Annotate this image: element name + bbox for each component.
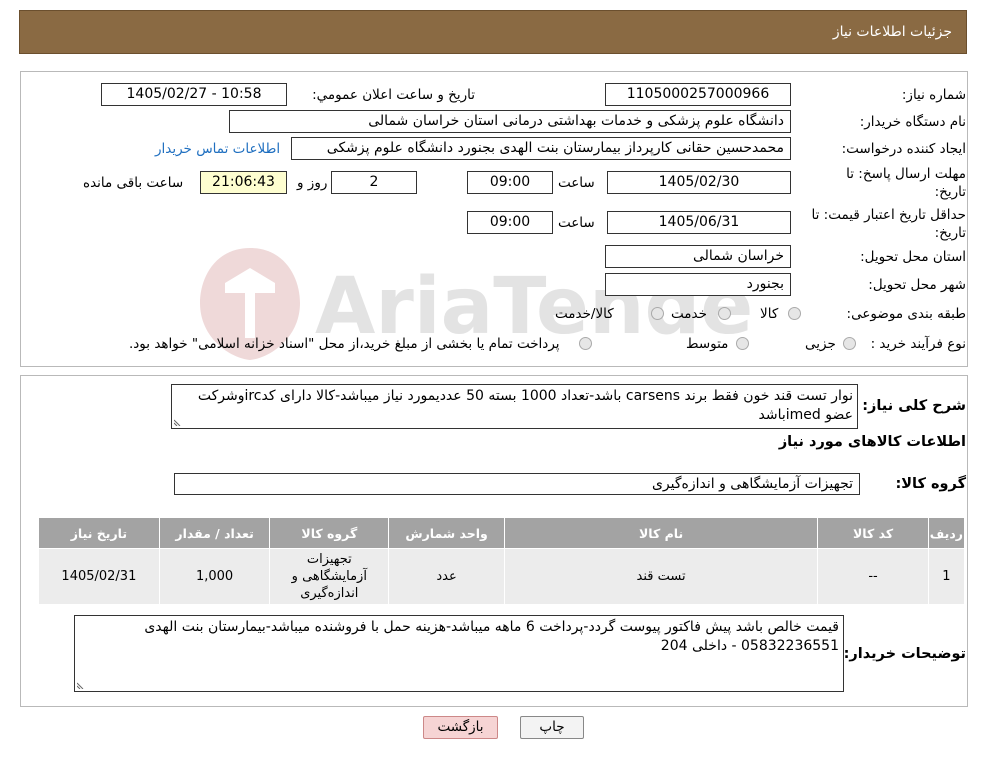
days-label: روز و — [297, 175, 328, 191]
category-option-goods-service: کالا/خدمت — [555, 306, 614, 322]
cell-name: تست قند — [503, 548, 819, 605]
col-date-header: تاریخ نیاز — [38, 517, 160, 549]
process-label: نوع فرآیند خرید : — [870, 336, 966, 352]
deadline-label-line2: تاریخ: — [934, 184, 966, 200]
process-radio-minor[interactable] — [843, 337, 856, 350]
province-label: استان محل تحویل: — [860, 249, 966, 265]
goods-table: ردیف کد کالا نام کالا واحد شمارش گروه کا… — [38, 517, 966, 605]
col-row-header: ردیف — [927, 517, 966, 549]
creator-field: محمدحسین حقانی کارپرداز بیمارستان بنت ال… — [291, 137, 791, 160]
cell-row: 1 — [927, 548, 966, 605]
description-text: نوار تست قند خون فقط برند carsens باشد-ت… — [197, 388, 853, 423]
announce-label: تاریخ و ساعت اعلان عمومي: — [312, 87, 475, 103]
cell-code: -- — [817, 548, 929, 605]
need-number-field: 1105000257000966 — [605, 83, 791, 106]
buyer-notes-text: قیمت خالص باشد پیش فاکتور پیوست گردد-پرد… — [144, 619, 839, 654]
description-textarea[interactable]: نوار تست قند خون فقط برند carsens باشد-ت… — [171, 384, 858, 429]
cell-qty: 1,000 — [158, 548, 271, 605]
buyer-org-field: دانشگاه علوم پزشکی و خدمات بهداشتی درمان… — [229, 110, 791, 133]
goods-section-title: اطلاعات کالاهای مورد نیاز — [778, 434, 966, 450]
deadline-label-line1: مهلت ارسال پاسخ: تا — [846, 166, 966, 182]
category-radio-service[interactable] — [718, 307, 731, 320]
deadline-date-field: 1405/02/30 — [607, 171, 791, 194]
announce-datetime-field: 1405/02/27 - 10:58 — [101, 83, 287, 106]
category-radio-goods-service[interactable] — [651, 307, 664, 320]
validity-time-field: 09:00 — [467, 211, 553, 234]
validity-label-line1: حداقل تاریخ اعتبار قیمت: تا — [811, 207, 966, 223]
table-header-row: ردیف کد کالا نام کالا واحد شمارش گروه کا… — [38, 517, 966, 549]
resize-grip-icon[interactable] — [174, 418, 182, 426]
category-option-service: خدمت — [671, 306, 707, 322]
goods-group-label: گروه کالا: — [895, 476, 966, 492]
validity-date-field: 1405/06/31 — [607, 211, 791, 234]
description-label: شرح کلی نیاز: — [862, 398, 966, 414]
remaining-time-field: 21:06:43 — [200, 171, 287, 194]
process-note: پرداخت تمام یا بخشی از مبلغ خرید،از محل … — [129, 336, 560, 352]
print-button[interactable]: چاپ — [520, 716, 584, 739]
need-number-label: شماره نیاز: — [901, 87, 966, 103]
cell-date: 1405/02/31 — [38, 548, 160, 605]
resize-grip-icon[interactable] — [77, 681, 85, 689]
buyer-notes-textarea[interactable]: قیمت خالص باشد پیش فاکتور پیوست گردد-پرد… — [74, 615, 844, 692]
validity-label-line2: تاریخ: — [934, 225, 966, 241]
city-field: بجنورد — [605, 273, 791, 296]
deadline-time-field: 09:00 — [467, 171, 553, 194]
buyer-notes-label: توضیحات خریدار: — [843, 646, 966, 662]
treasury-checkbox[interactable] — [579, 337, 592, 350]
city-label: شهر محل تحویل: — [868, 277, 966, 293]
back-button[interactable]: بازگشت — [423, 716, 498, 739]
buyer-contact-link[interactable]: اطلاعات تماس خریدار — [155, 141, 280, 157]
goods-group-field: تجهیزات آزمایشگاهی و اندازه‌گیری — [174, 473, 860, 495]
process-radio-medium[interactable] — [736, 337, 749, 350]
col-unit-header: واحد شمارش — [388, 517, 505, 549]
category-option-goods: کالا — [760, 306, 779, 322]
buyer-org-label: نام دستگاه خریدار: — [859, 114, 966, 130]
col-name-header: نام کالا — [503, 517, 819, 549]
col-code-header: کد کالا — [817, 517, 929, 549]
process-option-minor: جزیی — [805, 336, 836, 352]
category-radio-goods[interactable] — [788, 307, 801, 320]
cell-group: تجهیزات آزمایشگاهی و اندازه‌گیری — [269, 548, 390, 605]
col-qty-header: تعداد / مقدار — [158, 517, 271, 549]
process-option-medium: متوسط — [686, 336, 729, 352]
province-field: خراسان شمالی — [605, 245, 791, 268]
creator-label: ایجاد کننده درخواست: — [841, 141, 966, 157]
table-row: 1 -- تست قند عدد تجهیزات آزمایشگاهی و ان… — [38, 548, 966, 605]
page-title: جزئیات اطلاعات نیاز — [832, 24, 952, 40]
deadline-time-label: ساعت — [558, 175, 595, 191]
cell-unit: عدد — [388, 548, 505, 605]
remaining-label: ساعت باقی مانده — [83, 175, 184, 191]
category-label: طبقه بندی موضوعی: — [846, 306, 966, 322]
validity-time-label: ساعت — [558, 215, 595, 231]
page-header: جزئیات اطلاعات نیاز — [19, 10, 967, 54]
remaining-days-field: 2 — [331, 171, 417, 194]
col-group-header: گروه کالا — [269, 517, 390, 549]
